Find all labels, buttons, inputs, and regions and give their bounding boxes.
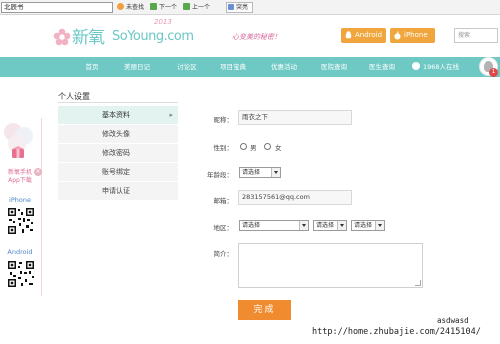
highlight-button[interactable]: 突亮 bbox=[228, 3, 248, 13]
city-select-value: 请选择 bbox=[316, 222, 335, 229]
logo-chinese: 新氧 bbox=[72, 28, 105, 48]
avatar[interactable]: 1 bbox=[479, 57, 498, 77]
highlight-label: 突亮 bbox=[236, 4, 249, 11]
gender-male-label: 男 bbox=[250, 144, 257, 152]
online-users-label: 1968人在线 bbox=[423, 63, 460, 71]
nav-item-doctors[interactable]: 医生查询 bbox=[362, 57, 402, 77]
chevron-down-icon bbox=[271, 168, 280, 177]
page: 北辰书 未查找 下一个 上一个 突亮 新氧 SoYoung.com 2013 心… bbox=[0, 0, 500, 344]
chevron-down-icon bbox=[375, 221, 384, 230]
age-select[interactable]: 请选择 bbox=[239, 167, 281, 178]
chevron-down-icon bbox=[337, 221, 346, 230]
menu-item-change-avatar[interactable]: 修改头像 bbox=[58, 125, 178, 144]
arrow-up-icon bbox=[183, 3, 190, 10]
flower-logo-icon bbox=[53, 28, 71, 46]
android-download-label: Android bbox=[7, 248, 33, 256]
menu-item-label: 修改密码 bbox=[102, 149, 130, 157]
find-status: 未查找 bbox=[117, 3, 144, 13]
arrow-down-icon bbox=[150, 3, 157, 10]
settings-menu: 基本资料 ▸ 修改头像 修改密码 账号绑定 申请认证 bbox=[58, 106, 178, 201]
nav-item-guide[interactable]: 项目宝典 bbox=[213, 57, 253, 77]
menu-item-label: 申请认证 bbox=[102, 187, 130, 195]
user-icon bbox=[412, 62, 420, 70]
gender-label: 性别： bbox=[213, 144, 234, 152]
logo-year: 2013 bbox=[154, 18, 172, 26]
search-input[interactable]: 搜索 bbox=[454, 28, 498, 43]
chevron-right-icon: ▸ bbox=[169, 111, 173, 119]
bio-label: 简介： bbox=[213, 250, 234, 258]
android-qr-code[interactable] bbox=[7, 260, 35, 288]
promo-title: 新氧手机 App下载 bbox=[0, 169, 40, 185]
iphone-app-button[interactable]: iPhone bbox=[390, 28, 435, 43]
iphone-label: iPhone bbox=[404, 31, 428, 39]
online-users: 1968人在线 bbox=[412, 57, 459, 77]
menu-item-change-password[interactable]: 修改密码 bbox=[58, 144, 178, 163]
gender-female-label: 女 bbox=[275, 144, 282, 152]
slogan: 心变美的秘密！ bbox=[232, 33, 281, 41]
menu-item-label: 修改头像 bbox=[102, 130, 130, 138]
site-logo[interactable]: 新氧 SoYoung.com 2013 bbox=[50, 18, 210, 50]
nickname-label: 昵称： bbox=[213, 116, 234, 124]
warning-icon bbox=[117, 3, 124, 10]
nav-item-hospitals[interactable]: 医院查询 bbox=[314, 57, 354, 77]
find-prev-button[interactable]: 上一个 bbox=[183, 3, 210, 13]
menu-item-label: 账号绑定 bbox=[102, 168, 130, 176]
pen-icon bbox=[228, 4, 234, 10]
watermark-username: asdwasd bbox=[437, 316, 469, 325]
android-icon bbox=[345, 31, 352, 39]
nav-item-home[interactable]: 首页 bbox=[75, 57, 109, 77]
menu-item-basic-info[interactable]: 基本资料 ▸ bbox=[58, 106, 178, 125]
notification-badge: 1 bbox=[489, 68, 498, 77]
app-download-promo: × 新氧手机 App下载 iPhone Android bbox=[0, 118, 42, 296]
find-next-button[interactable]: 下一个 bbox=[150, 3, 177, 13]
find-status-label: 未查找 bbox=[126, 4, 145, 11]
email-field[interactable]: 283157561@qq.com bbox=[238, 190, 352, 205]
nav-item-diary[interactable]: 美丽日记 bbox=[117, 57, 157, 77]
chevron-down-icon bbox=[299, 221, 308, 230]
site-header: 新氧 SoYoung.com 2013 心变美的秘密！ Android iPho… bbox=[0, 15, 500, 57]
menu-item-verification[interactable]: 申请认证 bbox=[58, 182, 178, 201]
age-label: 年龄段： bbox=[207, 171, 233, 179]
region-label: 地区： bbox=[213, 224, 234, 232]
iphone-qr-code[interactable] bbox=[7, 207, 35, 235]
find-prev-label: 上一个 bbox=[192, 4, 211, 11]
email-label: 邮箱： bbox=[213, 197, 234, 205]
district-select[interactable]: 请选择 bbox=[351, 220, 385, 231]
iphone-download-label: iPhone bbox=[9, 196, 31, 204]
title-divider bbox=[58, 102, 178, 103]
find-bar: 北辰书 未查找 下一个 上一个 突亮 bbox=[0, 0, 500, 15]
district-select-value: 请选择 bbox=[354, 222, 373, 229]
age-select-value: 请选择 bbox=[242, 169, 261, 176]
find-input[interactable]: 北辰书 bbox=[1, 2, 113, 13]
city-select[interactable]: 请选择 bbox=[313, 220, 347, 231]
logo-english: SoYoung.com bbox=[112, 29, 194, 44]
balloons-icon bbox=[4, 123, 33, 158]
gender-male-radio[interactable] bbox=[240, 143, 247, 150]
menu-item-account-binding[interactable]: 账号绑定 bbox=[58, 163, 178, 182]
nickname-field[interactable]: 雨衣之下 bbox=[238, 110, 352, 125]
gender-female-radio[interactable] bbox=[264, 143, 271, 150]
province-select-value: 请选择 bbox=[242, 222, 261, 229]
page-title: 个人设置 bbox=[58, 92, 90, 101]
nav-item-deals[interactable]: 优惠活动 bbox=[264, 57, 304, 77]
menu-item-label: 基本资料 bbox=[102, 111, 130, 119]
find-next-label: 下一个 bbox=[159, 4, 178, 11]
watermark-url: http://home.zhubajie.com/2415104/ bbox=[312, 327, 481, 337]
bio-textarea[interactable] bbox=[238, 243, 423, 288]
main-nav: 首页 美丽日记 讨论区 项目宝典 优惠活动 医院查询 医生查询 1968人在线 bbox=[0, 57, 500, 77]
android-app-button[interactable]: Android bbox=[341, 28, 386, 43]
apple-icon bbox=[394, 31, 401, 40]
submit-button[interactable]: 完成 bbox=[238, 300, 291, 320]
province-select[interactable]: 请选择 bbox=[239, 220, 309, 231]
promo-title-line1: 新氧手机 bbox=[7, 169, 32, 176]
nav-item-forum[interactable]: 讨论区 bbox=[169, 57, 205, 77]
promo-title-line2: App下载 bbox=[8, 177, 32, 184]
android-label: Android bbox=[355, 31, 383, 39]
